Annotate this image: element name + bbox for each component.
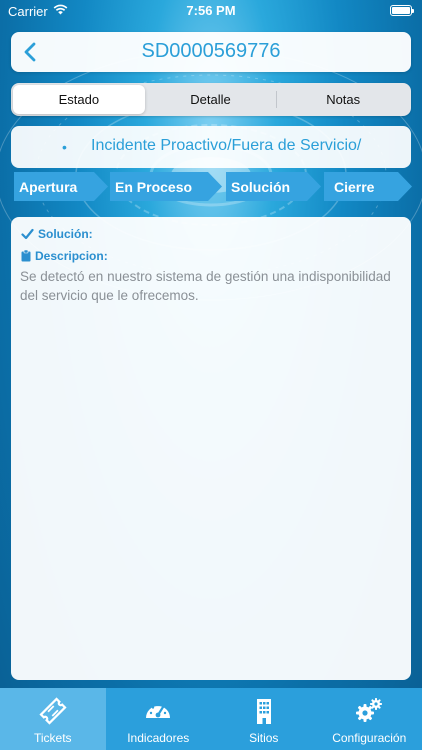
clock: 7:56 PM: [186, 3, 236, 18]
stage-en-proceso[interactable]: En Proceso: [110, 172, 222, 201]
ticket-icon: [39, 697, 67, 725]
bullet-icon: •: [62, 139, 67, 155]
stage-progress: Apertura En Proceso Solución Cierre: [14, 172, 412, 201]
gears-icon: [356, 698, 383, 722]
tab-notas[interactable]: Notas: [277, 85, 409, 114]
tabbar-item-configuracion[interactable]: Configuración: [317, 688, 422, 750]
stage-apertura[interactable]: Apertura: [14, 172, 108, 201]
solution-label: Solución:: [38, 227, 93, 241]
segmented-tabs: Estado Detalle Notas: [11, 83, 411, 116]
tabbar-item-sitios[interactable]: Sitios: [211, 688, 317, 750]
ticket-header: SD0000569776: [11, 32, 411, 72]
ticket-detail-card: Solución: Descripcion: Se detectó en nue…: [11, 217, 411, 680]
speedometer-icon: [146, 703, 171, 718]
description-label: Descripcion:: [35, 249, 108, 263]
stage-cierre[interactable]: Cierre: [324, 172, 412, 201]
solution-row: Solución:: [21, 227, 93, 241]
ticket-id-title: SD0000569776: [141, 40, 281, 62]
tabbar-item-indicadores[interactable]: Indicadores: [106, 688, 212, 750]
building-icon: [256, 699, 271, 724]
stage-solucion[interactable]: Solución: [226, 172, 321, 201]
checkmark-icon: [21, 228, 34, 240]
clipboard-icon: [21, 250, 31, 262]
description-text: Se detectó en nuestro sistema de gestión…: [20, 269, 391, 303]
description-row: Descripcion:: [21, 249, 108, 263]
incident-category: Incidente Proactivo/Fuera de Servicio/: [91, 137, 362, 154]
tabbar-item-tickets[interactable]: Tickets: [0, 688, 106, 750]
tabbar-label: Sitios: [249, 731, 279, 745]
tab-estado[interactable]: Estado: [13, 85, 145, 114]
incident-category-card: • Incidente Proactivo/Fuera de Servicio/: [11, 126, 411, 168]
tabbar-label: Indicadores: [127, 731, 190, 745]
status-bar: Carrier 7:56 PM: [0, 0, 422, 22]
tabbar-label: Tickets: [33, 731, 72, 745]
bottom-tab-bar: Tickets Indicadores Sitios Configuración: [0, 688, 422, 750]
tab-detalle[interactable]: Detalle: [145, 85, 277, 114]
tabbar-label: Configuración: [332, 731, 407, 745]
battery-icon: [390, 5, 414, 16]
